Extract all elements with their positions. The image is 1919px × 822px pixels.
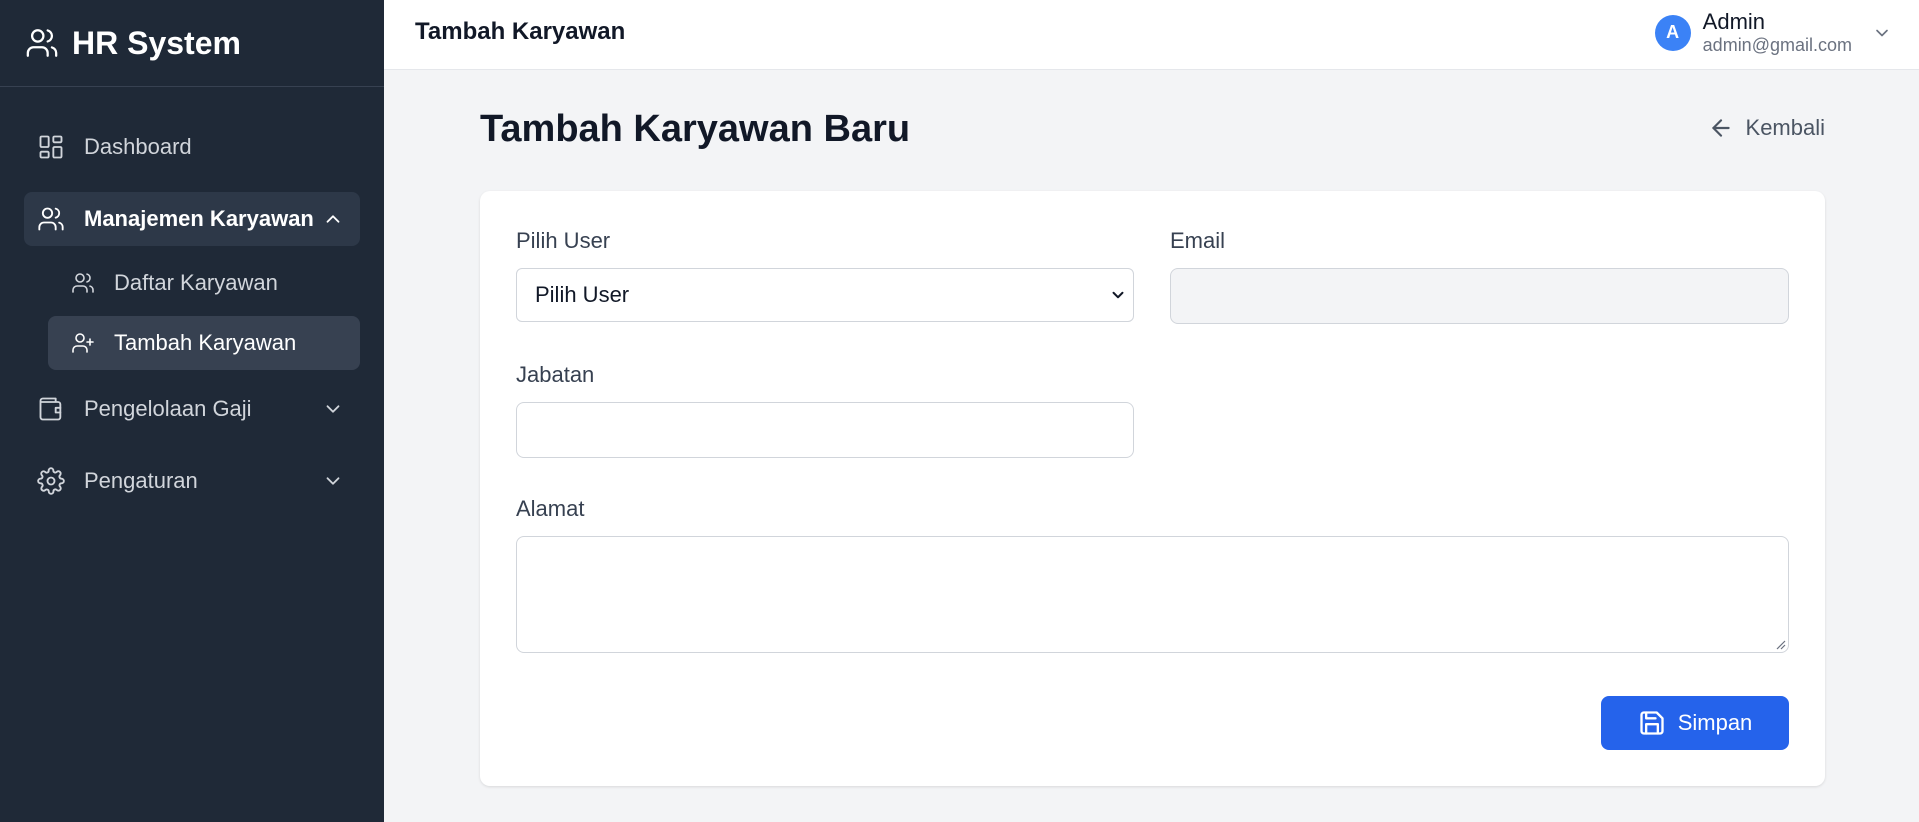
top-header: Tambah Karyawan A Admin admin@gmail.com [384,0,1919,70]
user-select-label: Pilih User [516,228,611,253]
users-icon [38,207,64,231]
users-icon [72,273,94,293]
brand: HR System [0,0,384,87]
sidebar-item-dashboard[interactable]: Dashboard [24,120,360,174]
sidebar-item-daftar-karyawan[interactable]: Daftar Karyawan [48,256,360,310]
submenu-manajemen-karyawan: Daftar Karyawan Tambah Karyawan [0,256,384,370]
arrow-left-icon [1711,119,1730,137]
header-title: Tambah Karyawan [415,18,626,45]
avatar: A [1654,14,1691,51]
sidebar-item-label: Pengaturan [84,468,198,493]
position-label: Jabatan [516,362,595,387]
address-label: Alamat [516,496,585,521]
sidebar-item-pengaturan[interactable]: Pengaturan [24,454,360,508]
sidebar-item-label: Dashboard [84,134,192,159]
chevron-down-icon [326,405,340,413]
user-select[interactable]: Pilih User [516,268,1134,322]
gear-icon [37,467,65,495]
page-title: Tambah Karyawan Baru [480,108,911,150]
position-field[interactable] [516,402,1134,458]
email-field[interactable] [1170,268,1789,324]
resize-grip-icon[interactable] [1772,636,1786,650]
users-icon [26,29,58,57]
sidebar-item-tambah-karyawan[interactable]: Tambah Karyawan [48,316,360,370]
user-email: admin@gmail.com [1702,35,1852,56]
sidebar-item-label: Manajemen Karyawan [84,206,314,231]
dashboard-icon [39,135,63,159]
user-name: Admin [1702,9,1766,34]
user-plus-icon [72,333,94,353]
save-label: Simpan [1677,710,1753,735]
chevron-down-icon [1876,29,1888,37]
sidebar: HR System Dashboard Manajemen Karyawan D… [0,0,384,822]
chevron-down-icon [326,477,340,485]
employee-form-card: Pilih User Pilih User Email Jabatan Alam… [480,191,1825,786]
email-label: Email [1170,228,1226,253]
user-menu[interactable]: A Admin admin@gmail.com [1654,9,1892,57]
chevron-up-icon [326,215,340,223]
sidebar-item-pengelolaan-gaji[interactable]: Pengelolaan Gaji [24,382,360,436]
sidebar-item-manajemen-karyawan[interactable]: Manajemen Karyawan [24,192,360,246]
address-textarea[interactable] [516,536,1789,653]
brand-title: HR System [72,24,241,61]
wallet-icon [39,397,62,421]
sidebar-item-label: Pengelolaan Gaji [84,396,252,421]
sidebar-item-label: Tambah Karyawan [114,330,297,355]
user-select-value: Pilih User [535,282,630,307]
chevron-down-icon [1112,291,1124,299]
sidebar-nav: Dashboard Manajemen Karyawan Daftar Kary… [0,87,384,508]
user-info: Admin admin@gmail.com [1703,9,1852,57]
back-button[interactable]: Kembali [1708,115,1825,141]
back-label: Kembali [1745,115,1825,140]
save-icon [1640,711,1664,735]
sidebar-item-label: Daftar Karyawan [114,270,278,295]
save-button[interactable]: Simpan [1601,696,1789,750]
